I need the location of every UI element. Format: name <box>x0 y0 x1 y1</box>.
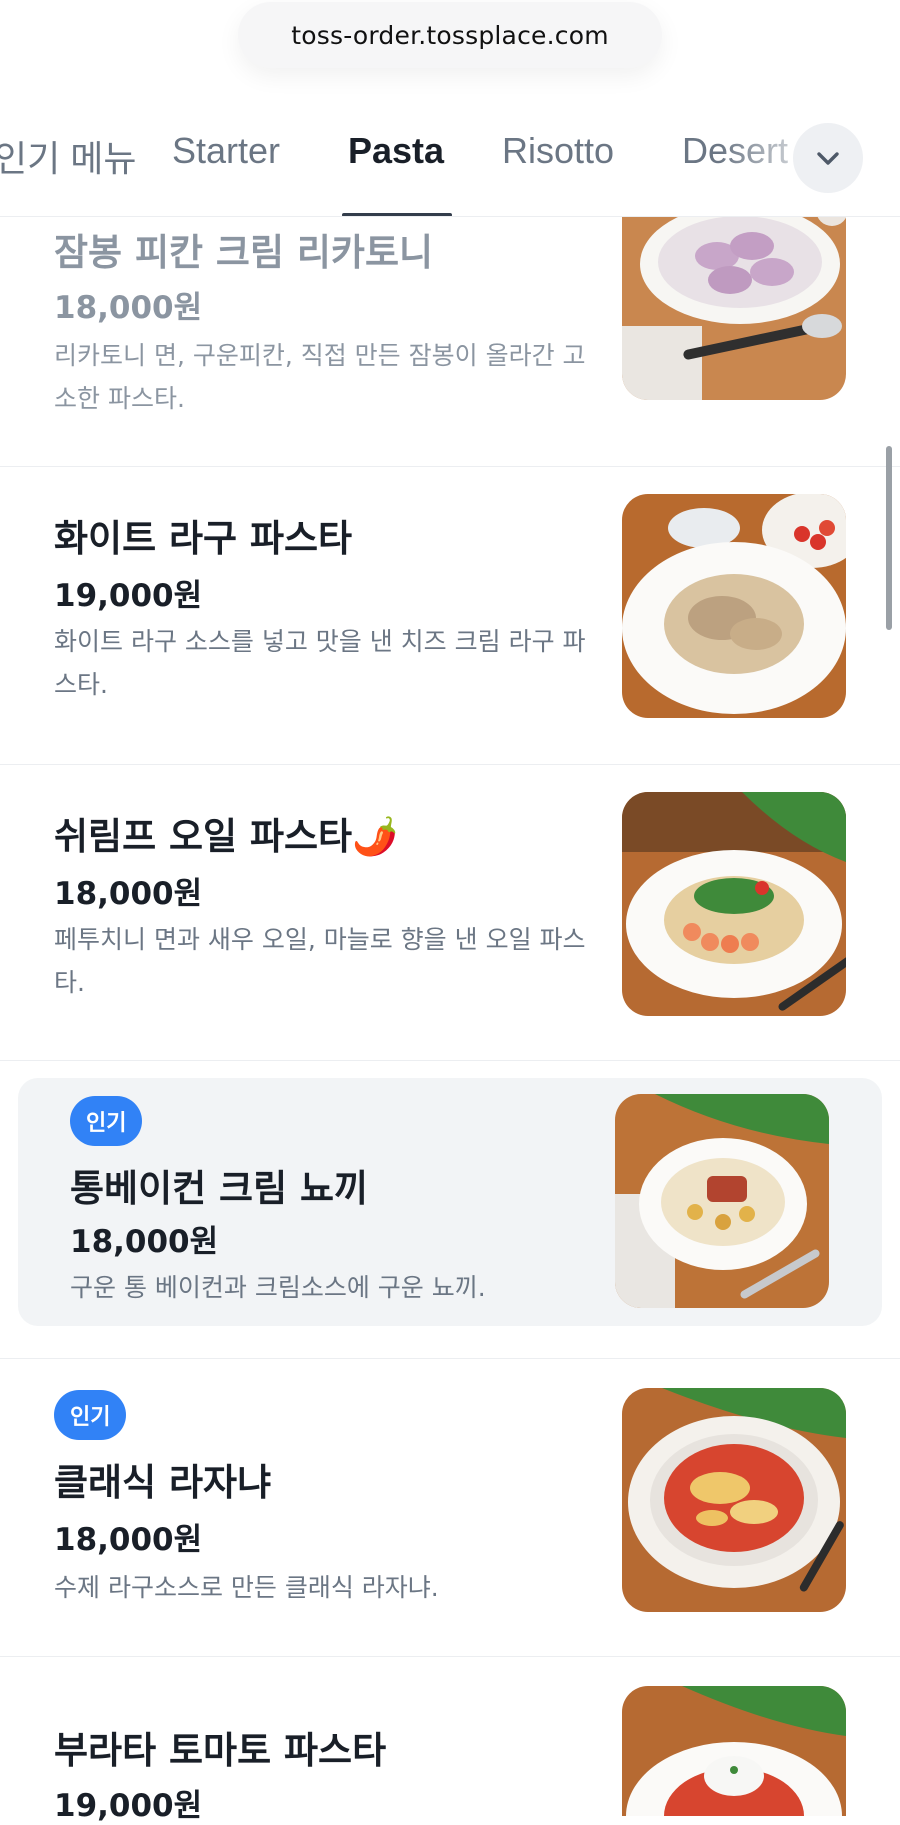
menu-item-photo[interactable] <box>615 1094 829 1308</box>
lasagna-image <box>622 1388 846 1612</box>
menu-item-price: 18,000원 <box>54 290 203 326</box>
menu-item-description: 구운 통 베이컨과 크림소스에 구운 뇨끼. <box>70 1273 486 1302</box>
menu-item-price: 19,000원 <box>54 1788 203 1824</box>
divider <box>0 1358 900 1359</box>
menu-item-description: 리카토니 면, 구운피칸, 직접 만든 잠봉이 올라간 고소한 파스타. <box>54 341 586 413</box>
tab-pasta[interactable]: Pasta <box>348 130 444 172</box>
popular-badge: 인기 <box>54 1390 127 1440</box>
divider <box>0 1656 900 1657</box>
tab-starter[interactable]: Starter <box>172 130 280 172</box>
menu-item-photo[interactable] <box>622 494 846 718</box>
url-bar[interactable]: toss-order.tossplace.com <box>238 2 662 68</box>
menu-item-photo[interactable] <box>622 792 846 1016</box>
menu-item-name: 잠봉 피칸 크림 리카토니 <box>54 231 434 274</box>
menu-item-price: 18,000원 <box>54 1522 203 1558</box>
menu-item-description: 수제 라구소스로 만든 클래식 라자냐. <box>54 1573 439 1602</box>
menu-item-price: 19,000원 <box>54 578 203 614</box>
menu-item-price: 18,000원 <box>54 876 203 912</box>
menu-item-name: 화이트 라구 파스타 <box>54 517 353 560</box>
menu-item-photo[interactable] <box>622 1388 846 1612</box>
divider <box>0 1060 900 1061</box>
menu-item-name: 통베이컨 크림 뇨끼 <box>70 1167 369 1210</box>
expand-categories-button[interactable] <box>793 123 863 193</box>
menu-item-name: 부라타 토마토 파스타 <box>54 1729 387 1772</box>
menu-item-description: 페투치니 면과 새우 오일, 마늘로 향을 낸 오일 파스타. <box>54 925 586 997</box>
menu-item-description: 화이트 라구 소스를 넣고 맛을 낸 치즈 크림 라구 파스타. <box>54 627 586 699</box>
popular-badge: 인기 <box>70 1096 143 1146</box>
url-text: toss-order.tossplace.com <box>291 20 609 50</box>
tab-risotto[interactable]: Risotto <box>502 130 614 172</box>
burrata-tomato-pasta-image <box>622 1686 846 1816</box>
scrollbar[interactable] <box>886 446 892 630</box>
menu-item-name: 클래식 라자냐 <box>54 1461 272 1504</box>
menu-item-photo[interactable] <box>622 1686 846 1816</box>
tab-popular[interactable]: 인기 메뉴 <box>0 130 136 182</box>
divider <box>0 466 900 467</box>
divider <box>0 764 900 765</box>
category-tabs: 인기 메뉴 Starter Pasta Risotto Desert <box>0 96 900 217</box>
white-ragu-pasta-image <box>622 494 846 718</box>
shrimp-oil-pasta-image <box>622 792 846 1016</box>
menu-item-name: 쉬림프 오일 파스타🌶️ <box>54 815 399 858</box>
active-tab-indicator <box>342 213 452 216</box>
menu-item-price: 18,000원 <box>70 1224 219 1260</box>
bacon-cream-gnocchi-image <box>615 1094 829 1308</box>
chevron-down-icon <box>817 152 839 165</box>
